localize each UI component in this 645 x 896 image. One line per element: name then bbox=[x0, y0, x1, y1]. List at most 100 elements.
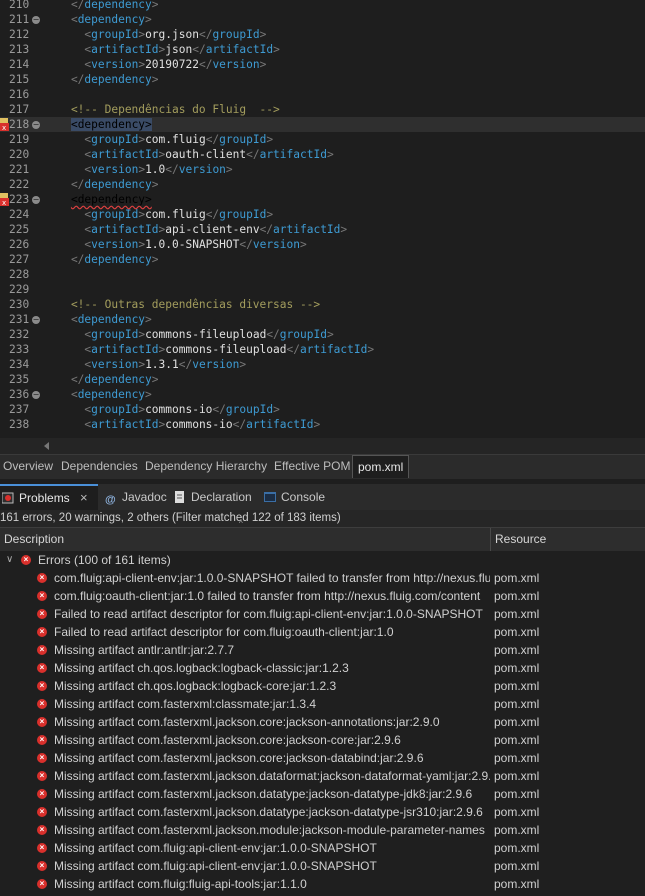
problem-row[interactable]: × Missing artifact com.fasterxml.jackson.… bbox=[0, 767, 645, 785]
problem-row[interactable]: × com.fluig:api-client-env:jar:1.0.0-SNAP… bbox=[0, 569, 645, 587]
tab-problems[interactable]: Problems × bbox=[0, 484, 98, 510]
code-line[interactable]: 224 <groupId>com.fluig</groupId> bbox=[0, 207, 645, 222]
code-line[interactable]: 236− <dependency> bbox=[0, 387, 645, 402]
code-line[interactable]: 215 </dependency> bbox=[0, 72, 645, 87]
problem-row[interactable]: × Missing artifact antlr:antlr:jar:2.7.7 p… bbox=[0, 641, 645, 659]
column-resizer[interactable] bbox=[490, 528, 491, 551]
code-text: </dependency> bbox=[44, 372, 159, 387]
column-description[interactable]: Description bbox=[4, 528, 64, 551]
problem-row[interactable]: × Missing artifact com.fluig:fluig-api-to… bbox=[0, 875, 645, 893]
horizontal-scrollbar[interactable] bbox=[0, 438, 645, 454]
code-line[interactable]: 214 <version>20190722</version> bbox=[0, 57, 645, 72]
error-marker-icon[interactable]: x bbox=[0, 118, 9, 132]
fold-toggle-icon[interactable]: − bbox=[32, 196, 40, 204]
problem-row[interactable]: × Missing artifact ch.qos.logback:logback… bbox=[0, 659, 645, 677]
code-line[interactable]: 231− <dependency> bbox=[0, 312, 645, 327]
problem-row[interactable]: × Missing artifact com.fasterxml.jackson.… bbox=[0, 821, 645, 839]
problem-row[interactable]: × Missing artifact com.fasterxml.jackson.… bbox=[0, 749, 645, 767]
problem-row[interactable]: × Missing artifact com.fasterxml:classmat… bbox=[0, 695, 645, 713]
problem-row[interactable]: × Failed to read artifact descriptor for … bbox=[0, 605, 645, 623]
code-token: <dependency> bbox=[70, 118, 152, 131]
code-line[interactable]: 229 bbox=[0, 282, 645, 297]
code-line[interactable]: 220 <artifactId>oauth-client</artifactId… bbox=[0, 147, 645, 162]
column-resource[interactable]: Resource bbox=[495, 528, 546, 551]
error-icon: × bbox=[37, 771, 47, 781]
line-number: 221 bbox=[9, 163, 30, 176]
problem-row[interactable]: × Missing artifact ch.qos.logback:logback… bbox=[0, 677, 645, 695]
tab-dependency-hierarchy[interactable]: Dependency Hierarchy bbox=[145, 455, 267, 477]
fold-toggle-icon[interactable]: − bbox=[32, 16, 40, 24]
code-line[interactable]: 213 <artifactId>json</artifactId> bbox=[0, 42, 645, 57]
code-line[interactable]: 217 <!-- Dependências do Fluig --> bbox=[0, 102, 645, 117]
javadoc-icon: @ bbox=[105, 494, 116, 506]
problem-row[interactable]: × Missing artifact com.fluig:api-client-e… bbox=[0, 839, 645, 857]
code-line[interactable]: 235 </dependency> bbox=[0, 372, 645, 387]
code-line[interactable]: 216 bbox=[0, 87, 645, 102]
fold-toggle-icon[interactable]: − bbox=[32, 391, 40, 399]
code-line[interactable]: 234 <version>1.3.1</version> bbox=[0, 357, 645, 372]
close-icon[interactable]: × bbox=[80, 486, 88, 510]
code-token: version bbox=[178, 163, 226, 176]
code-line[interactable]: 230 <!-- Outras dependências diversas --… bbox=[0, 297, 645, 312]
code-line[interactable]: 238 <artifactId>commons-io</artifactId> bbox=[0, 417, 645, 432]
errors-group-row[interactable]: ∨ × Errors (100 of 161 items) bbox=[0, 551, 645, 569]
code-line[interactable]: 233 <artifactId>commons-fileupload</arti… bbox=[0, 342, 645, 357]
problem-row[interactable]: × Failed to read artifact descriptor for … bbox=[0, 623, 645, 641]
code-token: groupId bbox=[91, 403, 139, 416]
code-token: commons-io bbox=[145, 403, 213, 416]
code-line[interactable]: 232 <groupId>commons-fileupload</groupId… bbox=[0, 327, 645, 342]
line-number: 225 bbox=[9, 223, 30, 236]
code-text: <groupId>commons-io</groupId> bbox=[44, 402, 279, 417]
fold-toggle-icon[interactable]: − bbox=[32, 121, 40, 129]
code-token: > bbox=[151, 178, 159, 191]
code-line[interactable]: 225 <artifactId>api-client-env</artifact… bbox=[0, 222, 645, 237]
problem-row[interactable]: × Missing artifact com.fasterxml.jackson.… bbox=[0, 785, 645, 803]
code-line[interactable]: 221 <version>1.0</version> bbox=[0, 162, 645, 177]
code-line[interactable]: 227 </dependency> bbox=[0, 252, 645, 267]
code-line[interactable]: 212 <groupId>org.json</groupId> bbox=[0, 27, 645, 42]
tab-dependencies[interactable]: Dependencies bbox=[61, 455, 138, 477]
fold-toggle-icon[interactable]: − bbox=[32, 316, 40, 324]
tab-console[interactable]: Console bbox=[264, 484, 325, 510]
error-marker-icon[interactable]: x bbox=[0, 193, 9, 207]
tab-overview[interactable]: Overview bbox=[3, 455, 53, 477]
chevron-down-icon[interactable]: ∨ bbox=[6, 551, 13, 569]
code-line[interactable]: 211− <dependency> bbox=[0, 12, 645, 27]
problems-list[interactable]: ∨ × Errors (100 of 161 items) × com.fluig… bbox=[0, 551, 645, 896]
problem-row[interactable]: × Missing artifact com.fasterxml.jackson.… bbox=[0, 731, 645, 749]
code-editor[interactable]: 210 </dependency> 211− <dependency> 212 <g… bbox=[0, 0, 645, 438]
code-token: < bbox=[44, 133, 92, 146]
error-icon: × bbox=[37, 861, 47, 871]
code-token: version bbox=[252, 238, 300, 251]
code-line[interactable]: x 218− <dependency> bbox=[0, 117, 645, 132]
problem-row[interactable]: × com.fluig:oauth-client:jar:1.0 failed t… bbox=[0, 587, 645, 605]
code-line[interactable]: 228 bbox=[0, 267, 645, 282]
scroll-left-icon[interactable] bbox=[44, 442, 49, 450]
tab-javadoc[interactable]: @ Javadoc bbox=[105, 484, 167, 510]
code-text: </dependency> bbox=[44, 72, 159, 87]
code-line[interactable]: 222 </dependency> bbox=[0, 177, 645, 192]
code-token: > bbox=[151, 73, 159, 86]
code-token: </ bbox=[246, 148, 260, 161]
error-icon: × bbox=[37, 681, 47, 691]
problem-row[interactable]: × Missing artifact com.fasterxml.jackson.… bbox=[0, 713, 645, 731]
problem-resource: pom.xml bbox=[494, 643, 540, 657]
code-line[interactable]: x 223− <dependency> bbox=[0, 192, 645, 207]
problem-row[interactable]: × Missing artifact com.fasterxml.jackson.… bbox=[0, 803, 645, 821]
code-line[interactable]: 219 <groupId>com.fluig</groupId> bbox=[0, 132, 645, 147]
error-icon: × bbox=[37, 591, 47, 601]
sort-indicator-icon: ^ bbox=[239, 519, 243, 528]
code-text: </dependency> bbox=[44, 0, 159, 12]
problem-row[interactable]: × Missing artifact com.fluig:api-client-e… bbox=[0, 857, 645, 875]
code-token: > bbox=[313, 418, 321, 431]
code-line[interactable]: 226 <version>1.0.0-SNAPSHOT</version> bbox=[0, 237, 645, 252]
code-line[interactable]: 210 </dependency> bbox=[0, 0, 645, 12]
tab-declaration[interactable]: Declaration bbox=[174, 484, 252, 510]
tab-pom-xml[interactable]: pom.xml bbox=[352, 455, 410, 478]
problem-description: Missing artifact com.fluig:api-client-en… bbox=[54, 841, 377, 855]
tab-effective-pom[interactable]: Effective POM bbox=[274, 455, 350, 477]
code-token: version bbox=[192, 358, 240, 371]
code-token: </ bbox=[286, 343, 300, 356]
code-line[interactable]: 237 <groupId>commons-io</groupId> bbox=[0, 402, 645, 417]
problems-summary: 161 errors, 20 warnings, 2 others (Filte… bbox=[0, 510, 645, 527]
